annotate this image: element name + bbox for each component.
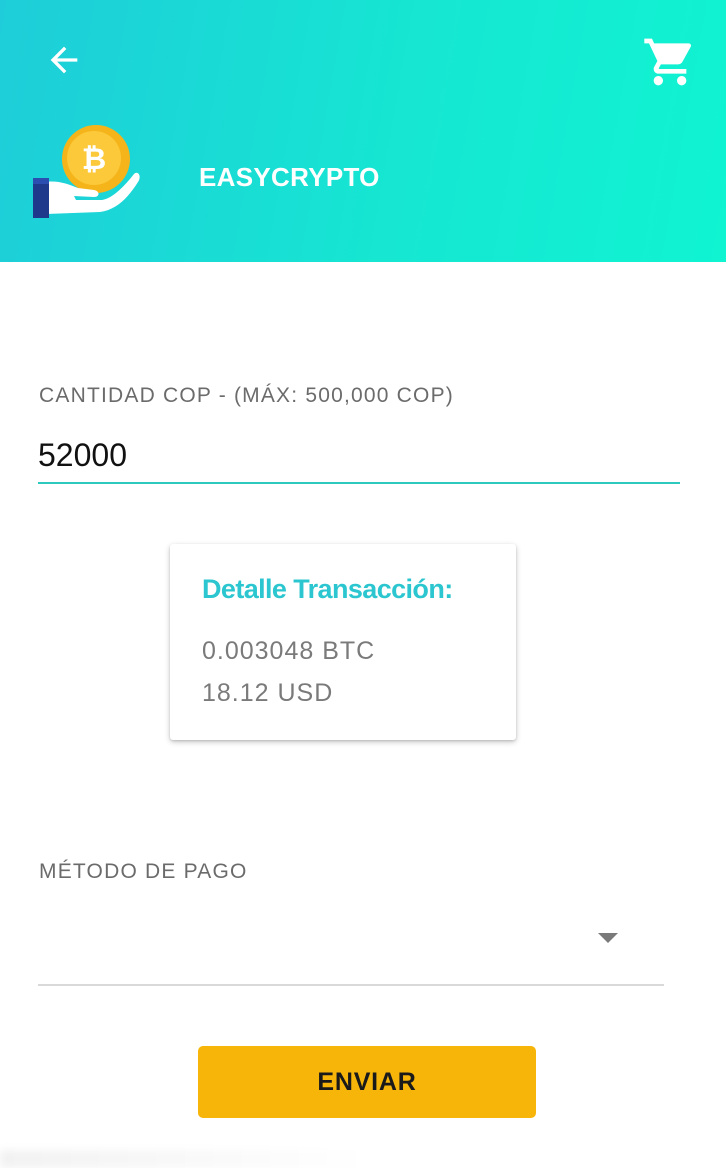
back-button[interactable]: [36, 32, 92, 88]
app-header: ₿ EASYCRYPTO: [0, 0, 726, 262]
btc-amount: 0.003048 BTC: [202, 637, 376, 665]
send-button[interactable]: ENVIAR: [198, 1046, 536, 1118]
transaction-detail-card: Detalle Transacción: 0.003048 BTC 18.12 …: [170, 544, 516, 740]
arrow-back-icon: [50, 46, 78, 74]
bottom-shadow: [0, 1150, 370, 1168]
cart-button[interactable]: [640, 32, 700, 92]
payment-method-label: MÉTODO DE PAGO: [39, 860, 248, 883]
amount-label: CANTIDAD COP - (MÁX: 500,000 COP): [39, 384, 454, 407]
transaction-detail-title: Detalle Transacción:: [202, 574, 453, 604]
bitcoin-hand-logo: ₿: [33, 125, 140, 218]
amount-input[interactable]: [38, 428, 680, 484]
payment-method-select[interactable]: [38, 910, 664, 986]
bitcoin-symbol: ₿: [82, 142, 106, 177]
app-title: EASYCRYPTO: [199, 162, 380, 192]
dropdown-arrow-icon[interactable]: [596, 931, 620, 945]
purchase-screen: ₿ EASYCRYPTO CANTIDAD COP - (MÁX: 500,00…: [0, 0, 726, 1168]
usd-amount: 18.12 USD: [202, 679, 334, 707]
shopping-cart-icon: [644, 38, 692, 86]
